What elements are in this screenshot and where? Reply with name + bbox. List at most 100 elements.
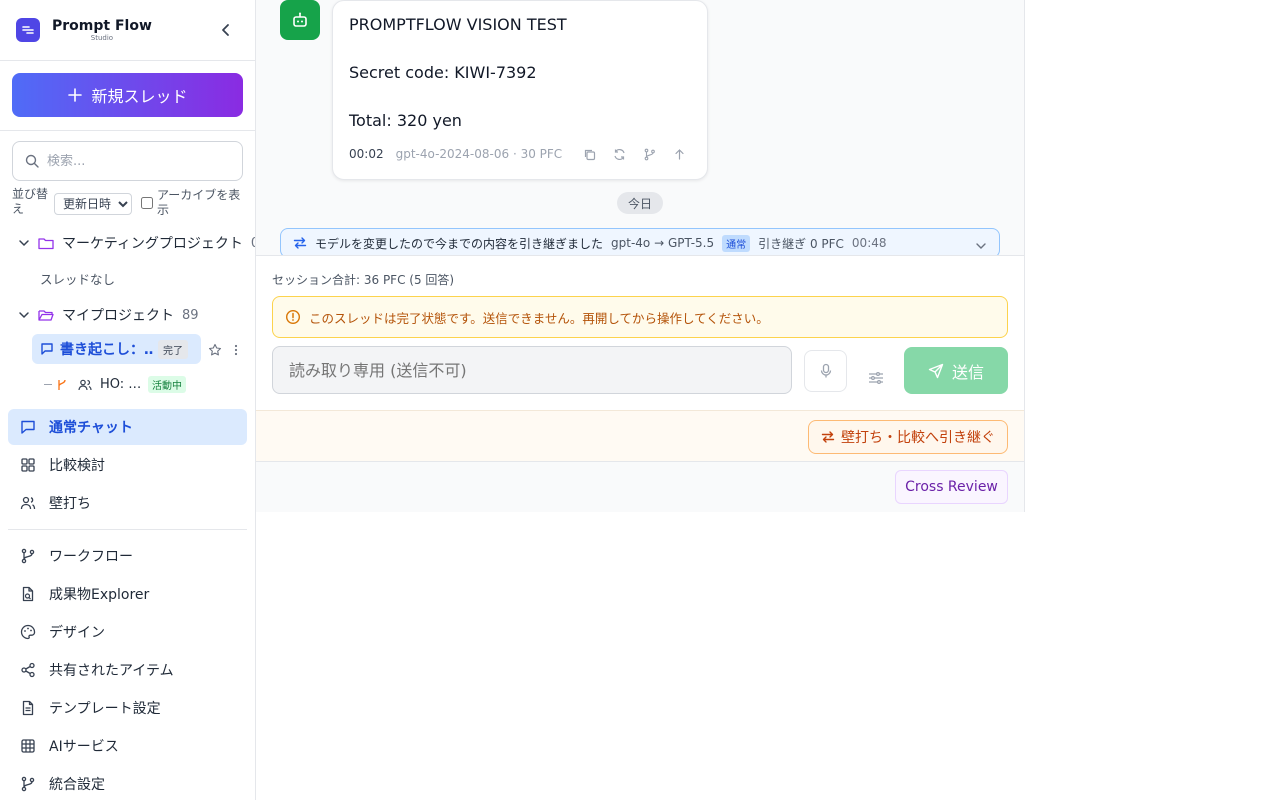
chat-icon: [41, 343, 53, 355]
message-input[interactable]: [272, 346, 792, 394]
chat-icon: [21, 420, 35, 434]
bot-avatar: [280, 0, 320, 40]
handoff-time: 00:48: [851, 236, 887, 250]
archive-label: アーカイブを表示: [157, 188, 241, 217]
empty-project-text: スレッドなし: [40, 272, 116, 287]
refresh-icon[interactable]: [610, 145, 628, 163]
project-tree: マーケティングプロジェクト 0 スレッドなし マイプロジェクト 89 書き起こし…: [0, 228, 255, 398]
nav-ai-services[interactable]: AIサービス: [8, 728, 247, 764]
handover-button[interactable]: 壁打ち・比較へ引き継ぐ: [808, 420, 1008, 454]
chevron-down-icon[interactable]: [975, 237, 987, 255]
send-label: 送信: [951, 362, 984, 382]
brand-title: Prompt Flow: [52, 17, 152, 34]
more-vertical-icon[interactable]: [232, 342, 240, 361]
sort-row: 並び替え 更新日時 アーカイブを表示: [12, 187, 246, 219]
chat-messages: PROMPTFLOW VISION TEST Secret code: KIWI…: [256, 0, 1024, 256]
branch-icon: [21, 776, 35, 792]
users-icon: [20, 496, 36, 510]
chevron-down-icon[interactable]: [16, 235, 32, 251]
users-icon: [78, 379, 92, 390]
new-thread-label: 新規スレッド: [91, 87, 188, 106]
archive-checkbox[interactable]: [141, 197, 153, 209]
microphone-icon: [820, 363, 831, 378]
project-name: マーケティングプロジェクト: [62, 236, 243, 252]
branch-icon: [21, 548, 35, 564]
nav-artifact-explorer[interactable]: 成果物Explorer: [8, 576, 247, 612]
divider: [8, 529, 247, 530]
branch-icon[interactable]: [640, 145, 658, 163]
copy-icon[interactable]: [580, 145, 598, 163]
completed-warning: このスレッドは完了状態です。送信できません。再開してから操作してください。: [272, 296, 1008, 338]
settings-button[interactable]: [860, 362, 892, 394]
sort-select[interactable]: 更新日時: [54, 193, 132, 215]
nav-shared-items[interactable]: 共有されたアイテム: [8, 652, 247, 688]
chevron-left-icon: [222, 24, 229, 36]
send-button[interactable]: 送信: [904, 347, 1008, 394]
share-icon: [21, 662, 35, 678]
palette-icon: [20, 624, 36, 640]
project-count: 89: [182, 307, 199, 323]
message-line: PROMPTFLOW VISION TEST: [349, 15, 567, 34]
swap-icon: [293, 237, 307, 249]
archive-toggle[interactable]: アーカイブを表示: [141, 188, 243, 218]
handoff-text: モデルを変更したので今までの内容を引き継ぎました: [315, 236, 604, 251]
new-thread-button[interactable]: 新規スレッド: [12, 73, 243, 117]
search-input[interactable]: [47, 153, 227, 169]
review-bar: Cross Review: [256, 462, 1024, 512]
nav-normal-chat[interactable]: 通常チャット: [8, 409, 247, 445]
warning-text: このスレッドは完了状態です。送信できません。再開してから操作してください。: [309, 310, 769, 326]
document-icon: [22, 700, 34, 716]
alert-circle-icon: [285, 309, 301, 325]
nav-workflow[interactable]: ワークフロー: [8, 538, 247, 574]
star-icon[interactable]: [208, 342, 222, 361]
session-total: セッション合計: 36 PFC (5 回答): [272, 273, 455, 287]
arrow-up-icon[interactable]: [670, 145, 688, 163]
plus-icon: [68, 88, 83, 102]
branch-icon: [58, 379, 66, 390]
chevron-down-icon[interactable]: [16, 307, 32, 323]
collapse-sidebar-button[interactable]: [216, 20, 236, 40]
thread-label: 書き起こし：…: [60, 342, 154, 358]
model-handoff-notice[interactable]: モデルを変更したので今までの内容を引き継ぎました gpt-4o → GPT-5.…: [280, 228, 1000, 255]
folder-open-icon: [38, 310, 54, 321]
project-folder-marketing[interactable]: マーケティングプロジェクト 0: [16, 233, 255, 253]
sidebar: Prompt Flow Studio 新規スレッド 並び替え 更新日時 アーカイ…: [0, 0, 256, 800]
assistant-message: PROMPTFLOW VISION TEST Secret code: KIWI…: [332, 0, 708, 180]
composer: 送信: [272, 346, 1008, 394]
handoff-carry: 引き継ぎ 0 PFC: [758, 236, 844, 251]
divider: [0, 60, 255, 61]
search-icon: [25, 154, 39, 168]
mic-button[interactable]: [804, 350, 847, 392]
project-name: マイプロジェクト: [62, 308, 174, 324]
message-model: gpt-4o-2024-08-06 · 30 PFC: [395, 147, 563, 161]
subthread-label: HO: …: [100, 377, 142, 392]
message-time: 00:02: [349, 147, 384, 161]
app-logo-icon: [16, 18, 40, 42]
sort-label: 並び替え: [12, 187, 49, 216]
nav-design[interactable]: デザイン: [8, 614, 247, 650]
subthread-item[interactable]: HO: … 活動中: [44, 376, 186, 393]
status-badge: 完了: [158, 339, 188, 359]
divider: [0, 130, 255, 131]
handover-label: 壁打ち・比較へ引き継ぐ: [841, 430, 995, 446]
folder-icon: [38, 238, 54, 250]
swap-icon: [821, 431, 835, 443]
date-divider: 今日: [617, 192, 663, 214]
cross-review-button[interactable]: Cross Review: [895, 470, 1008, 504]
thread-item-active[interactable]: 書き起こし：… 完了: [32, 334, 201, 364]
brand-subtitle: Studio: [90, 33, 114, 42]
message-line: Secret code: KIWI-7392: [349, 63, 537, 82]
nav-brainstorm[interactable]: 壁打ち: [8, 485, 247, 521]
nav-compare[interactable]: 比較検討: [8, 447, 247, 483]
project-folder-my[interactable]: マイプロジェクト 89: [16, 305, 199, 325]
status-badge: 活動中: [148, 376, 186, 393]
table-icon: [21, 739, 35, 753]
main-panel: PROMPTFLOW VISION TEST Secret code: KIWI…: [256, 0, 1025, 512]
file-search-icon: [22, 586, 34, 602]
nav-integration-settings[interactable]: 統合設定: [8, 766, 247, 800]
handoff-models: gpt-4o → GPT-5.5: [611, 236, 715, 250]
brand: Prompt Flow Studio: [16, 16, 152, 44]
robot-icon: [293, 12, 307, 27]
mode-badge: 通常: [722, 234, 751, 252]
nav-template-settings[interactable]: テンプレート設定: [8, 690, 247, 726]
